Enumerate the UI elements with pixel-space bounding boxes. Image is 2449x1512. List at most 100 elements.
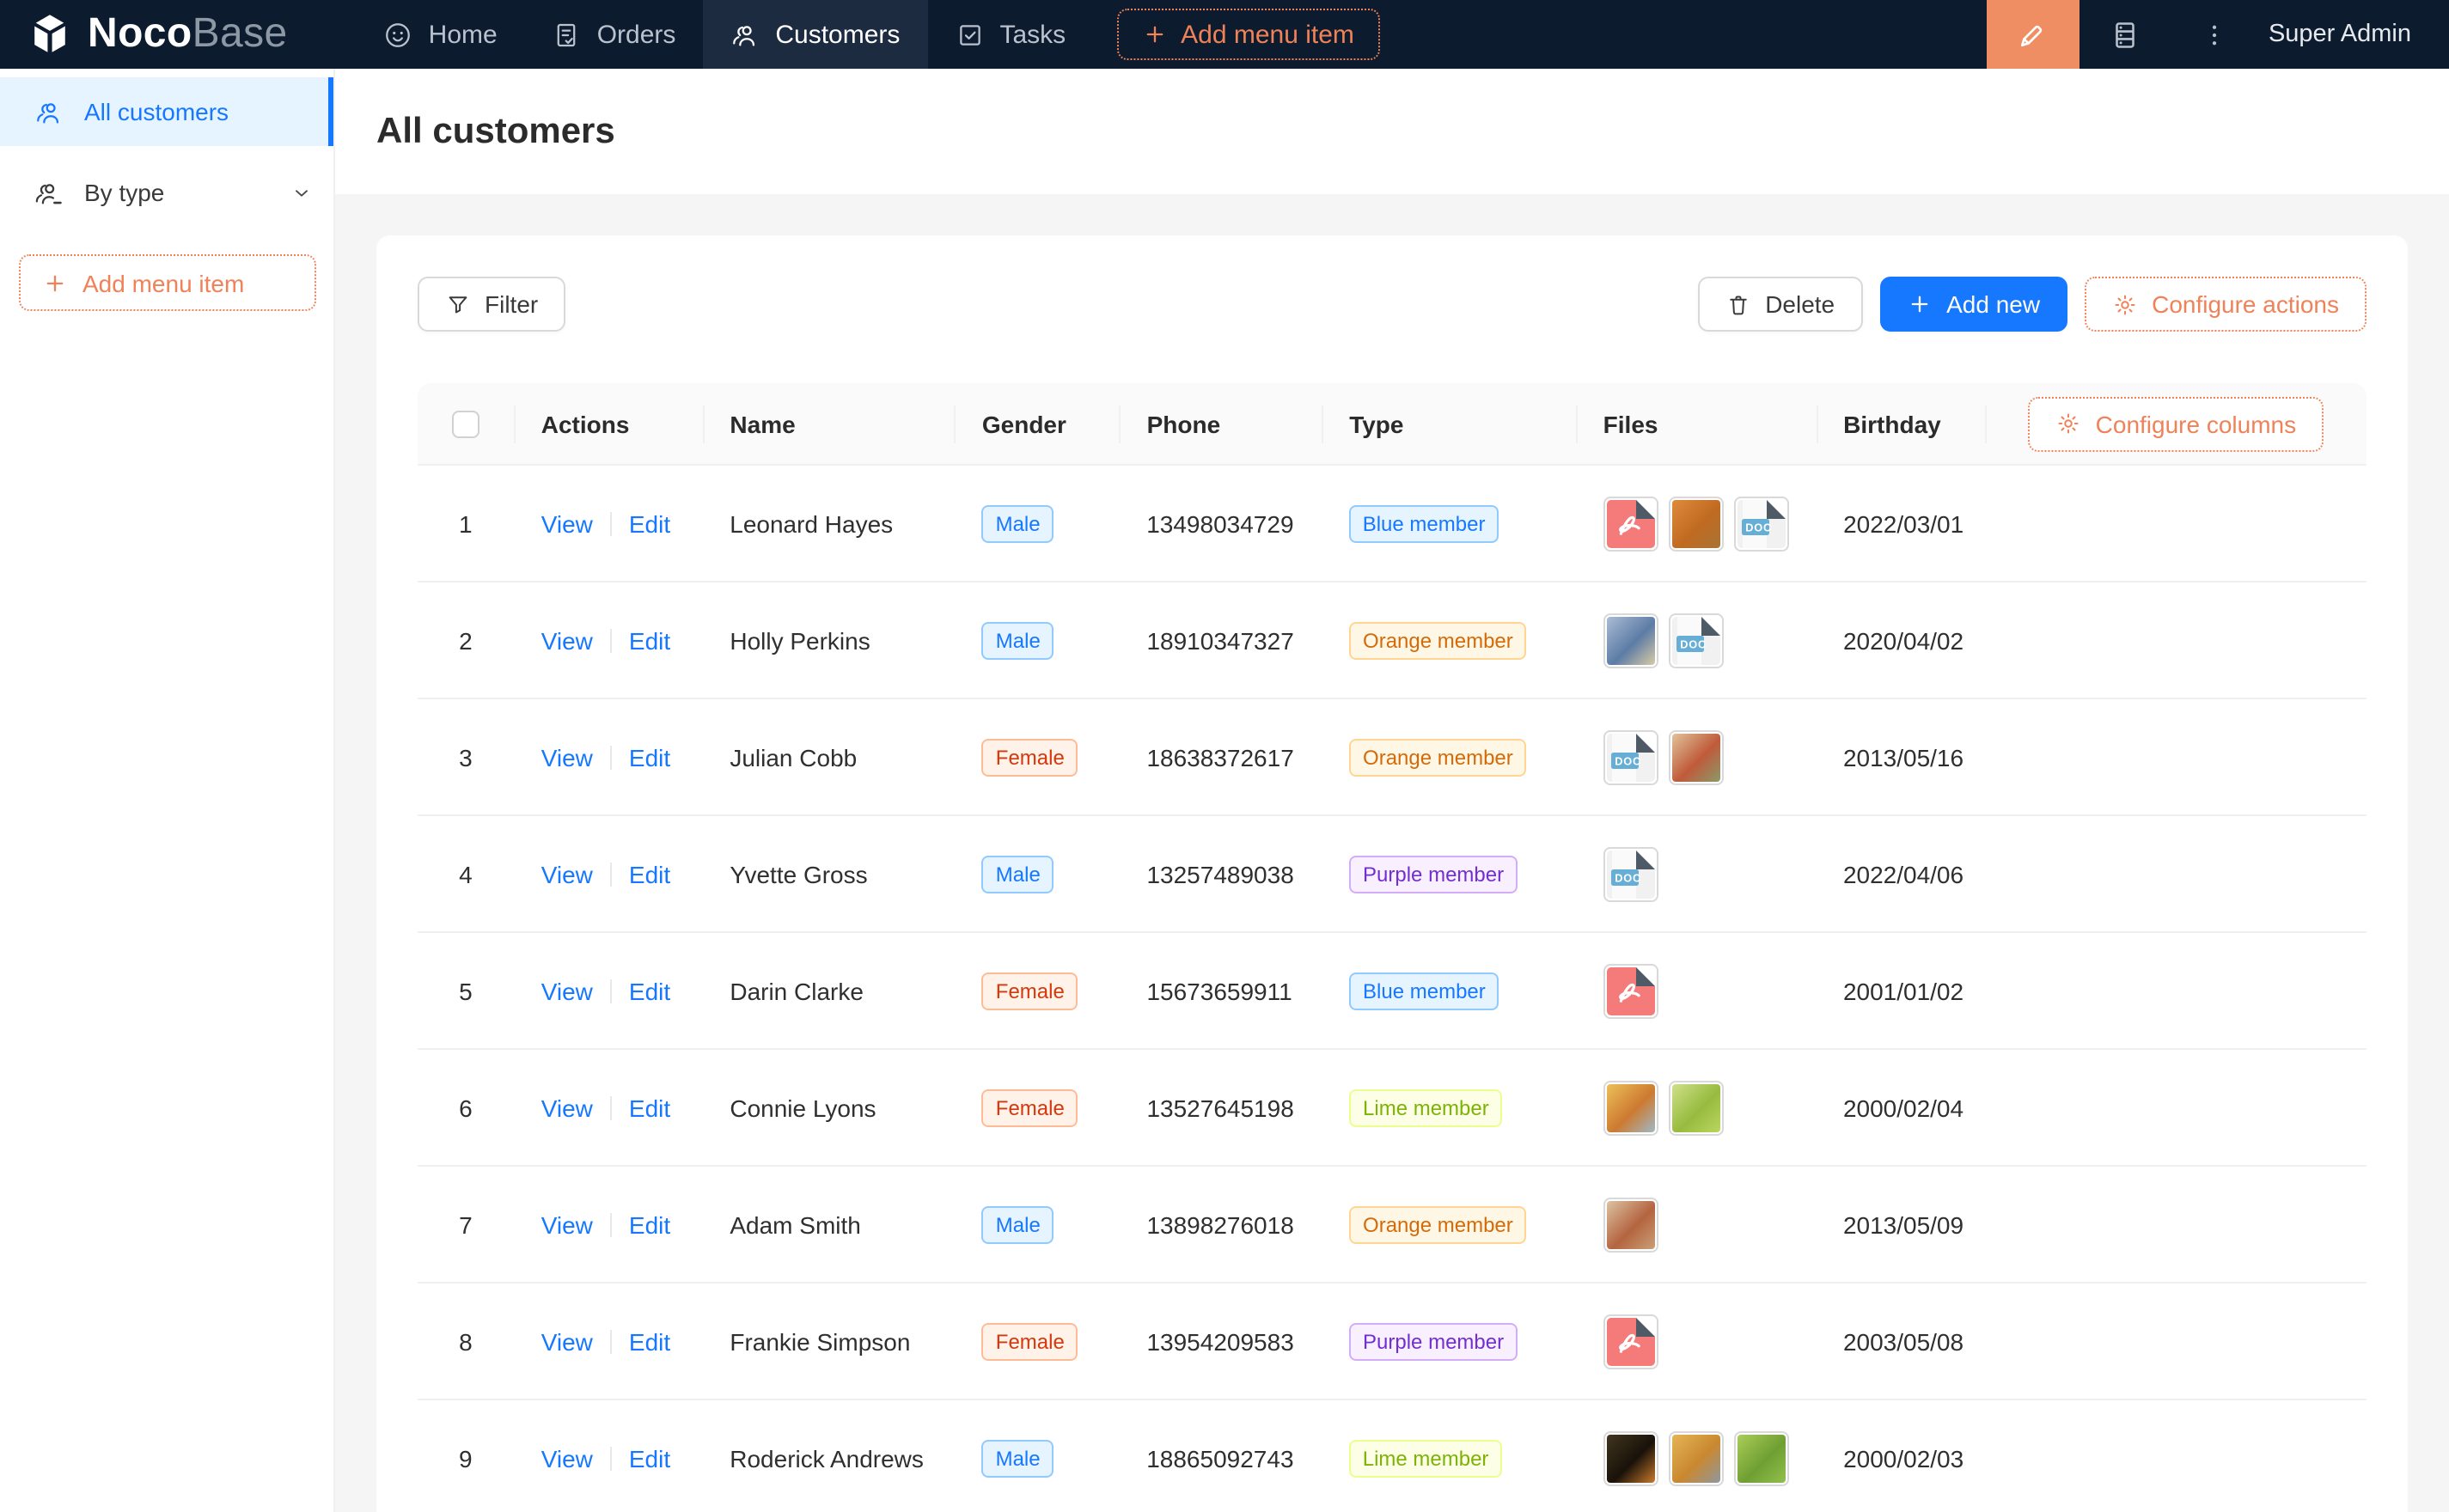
view-link[interactable]: View [541, 1210, 593, 1238]
nav-item-home[interactable]: Home [357, 0, 525, 69]
select-all-checkbox[interactable] [452, 410, 479, 437]
doc-glyph: DOC [1671, 616, 1719, 664]
birthday: 2000/02/04 [1816, 1094, 1986, 1121]
files-cell [1575, 1080, 1815, 1135]
view-link[interactable]: View [541, 626, 593, 654]
doc-file-icon[interactable]: DOC [1603, 846, 1658, 901]
select-all-cell [418, 383, 514, 464]
toolbar-right-group: Delete Add new Configure a [1698, 277, 2367, 332]
view-link[interactable]: View [541, 743, 593, 771]
edit-link[interactable]: Edit [629, 509, 670, 537]
nav-item-orders[interactable]: Orders [525, 0, 704, 69]
view-link[interactable]: View [541, 1094, 593, 1121]
image-thumbnail[interactable] [1603, 613, 1658, 668]
two-people-minus-icon [34, 178, 64, 207]
row-actions-cell: View Edit [514, 977, 703, 1004]
user-name-label: Super Admin [2269, 21, 2411, 48]
image-thumbnail[interactable] [1603, 1197, 1658, 1252]
type-cell: Orange member [1322, 621, 1575, 659]
configure-columns-label: Configure columns [2096, 410, 2296, 437]
configure-actions-button[interactable]: Configure actions [2085, 277, 2367, 332]
type-cell: Purple member [1322, 1322, 1575, 1360]
doc-file-icon[interactable]: DOC [1668, 613, 1723, 668]
phone-number: 13498034729 [1119, 509, 1322, 537]
pdf-file-icon[interactable] [1603, 963, 1658, 1018]
photo [1606, 1434, 1654, 1482]
customer-name: Frankie Simpson [702, 1327, 954, 1355]
row-actions-cell: View Edit [514, 860, 703, 887]
row-index: 6 [418, 1094, 514, 1121]
doc-file-icon[interactable]: DOC [1733, 496, 1788, 551]
filter-button[interactable]: Filter [418, 277, 565, 332]
edit-link[interactable]: Edit [629, 860, 670, 887]
configure-columns-button[interactable]: Configure columns [2029, 396, 2324, 451]
column-header-actions: Actions [514, 383, 703, 464]
customer-name: Holly Perkins [702, 626, 954, 654]
doc-file-icon[interactable]: DOC [1603, 729, 1658, 784]
pdf-glyph [1606, 499, 1654, 547]
gender-cell: Female [955, 972, 1120, 1009]
row-actions-cell: View Edit [514, 1444, 703, 1472]
nav-item-customers[interactable]: Customers [703, 0, 927, 69]
view-link[interactable]: View [541, 1444, 593, 1472]
member-type-tag: Lime member [1349, 1088, 1503, 1126]
add-new-button-label: Add new [1946, 290, 2040, 318]
row-index: 1 [418, 509, 514, 537]
image-thumbnail[interactable] [1668, 496, 1723, 551]
view-link[interactable]: View [541, 509, 593, 537]
column-header-files: Files [1576, 383, 1817, 464]
edit-link[interactable]: Edit [629, 626, 670, 654]
view-link[interactable]: View [541, 860, 593, 887]
sidebar-item-by-type[interactable]: By type [0, 158, 333, 227]
image-thumbnail[interactable] [1668, 1430, 1723, 1485]
view-link[interactable]: View [541, 1327, 593, 1355]
sidebar-item-label: By type [84, 179, 164, 206]
gender-cell: Female [955, 738, 1120, 776]
view-link[interactable]: View [541, 977, 593, 1004]
customer-name: Darin Clarke [702, 977, 954, 1004]
phone-number: 18638372617 [1119, 743, 1322, 771]
current-user-menu[interactable]: Super Admin [2258, 0, 2449, 69]
edit-link[interactable]: Edit [629, 1210, 670, 1238]
image-thumbnail[interactable] [1603, 1430, 1658, 1485]
edit-link[interactable]: Edit [629, 1444, 670, 1472]
pdf-file-icon[interactable] [1603, 1314, 1658, 1369]
nav-item-tasks[interactable]: Tasks [927, 0, 1093, 69]
phone-number: 15673659911 [1119, 977, 1322, 1004]
gender-cell: Male [955, 504, 1120, 542]
pdf-file-icon[interactable] [1603, 496, 1658, 551]
sidebar-add-menu-item-button[interactable]: Add menu item [19, 254, 316, 311]
member-type-tag: Purple member [1349, 1322, 1518, 1360]
table-row: 4 ViewEdit Yvette Gross Male 13257489038… [418, 816, 2367, 933]
chevron-down-icon[interactable] [290, 181, 313, 204]
photo [1737, 1434, 1785, 1482]
edit-link[interactable]: Edit [629, 743, 670, 771]
image-thumbnail[interactable] [1603, 1080, 1658, 1135]
trash-icon [1725, 291, 1751, 317]
member-type-tag: Blue member [1349, 504, 1499, 542]
delete-button[interactable]: Delete [1698, 277, 1862, 332]
ui-editor-button[interactable] [1987, 0, 2080, 69]
add-new-button[interactable]: Add new [1879, 277, 2067, 332]
table-body: 1 ViewEdit Leonard Hayes Male 1349803472… [418, 466, 2367, 1512]
phone-number: 13527645198 [1119, 1094, 1322, 1121]
row-actions-cell: View Edit [514, 1094, 703, 1121]
sidebar-item-all-customers[interactable]: All customers [0, 77, 333, 146]
gender-tag: Male [982, 1205, 1054, 1243]
row-index: 9 [418, 1444, 514, 1472]
more-options-button[interactable] [2171, 0, 2258, 69]
collections-panel-button[interactable] [2080, 0, 2171, 69]
phone-number: 13898276018 [1119, 1210, 1322, 1238]
table-row: 6 ViewEdit Connie Lyons Female 135276451… [418, 1050, 2367, 1167]
edit-link[interactable]: Edit [629, 977, 670, 1004]
edit-link[interactable]: Edit [629, 1327, 670, 1355]
image-thumbnail[interactable] [1733, 1430, 1788, 1485]
column-header-configure: Configure columns [1986, 383, 2367, 464]
nav-add-menu-item-button[interactable]: Add menu item [1117, 9, 1380, 60]
type-cell: Orange member [1322, 738, 1575, 776]
files-cell [1575, 963, 1815, 1018]
edit-link[interactable]: Edit [629, 1094, 670, 1121]
image-thumbnail[interactable] [1668, 1080, 1723, 1135]
image-thumbnail[interactable] [1668, 729, 1723, 784]
nocobase-brand[interactable]: NocoBase [0, 0, 312, 69]
